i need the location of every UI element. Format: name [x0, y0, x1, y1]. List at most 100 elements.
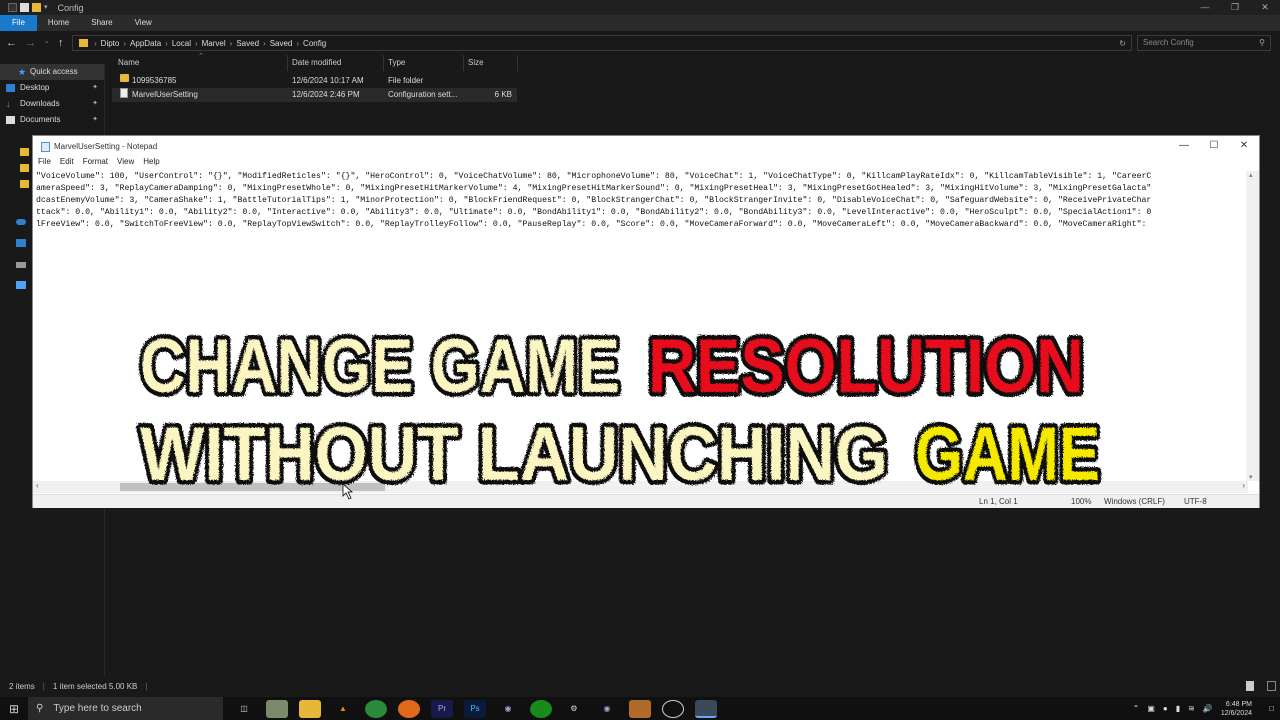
- window-title: Config: [57, 2, 84, 13]
- breadcrumb-item[interactable]: Local: [172, 39, 191, 48]
- menu-file[interactable]: File: [38, 157, 51, 170]
- taskbar-search[interactable]: ⚲ Type here to search: [28, 697, 223, 720]
- breadcrumb-item[interactable]: Config: [303, 39, 326, 48]
- clock[interactable]: 6:48 PM 12/6/2024: [1221, 700, 1252, 718]
- up-arrow-icon[interactable]: ↑: [58, 37, 64, 49]
- scrollbar-thumb[interactable]: [120, 483, 385, 491]
- start-button[interactable]: ⊞: [0, 702, 28, 716]
- folder-icon[interactable]: [20, 180, 29, 188]
- premiere-pro-icon[interactable]: Pr: [431, 699, 453, 718]
- folder-icon: [79, 39, 88, 47]
- details-view-icon[interactable]: [1246, 681, 1254, 691]
- column-size[interactable]: Size: [468, 58, 484, 67]
- tab-share[interactable]: Share: [80, 15, 123, 31]
- minimize-button[interactable]: —: [1169, 136, 1199, 156]
- large-icons-view-icon[interactable]: [1267, 681, 1276, 691]
- zoom-level: 100%: [1071, 497, 1092, 506]
- column-date-modified[interactable]: Date modified: [292, 58, 341, 67]
- chevron-down-icon[interactable]: ▾: [44, 3, 48, 12]
- properties-icon[interactable]: [20, 3, 29, 12]
- steam-icon[interactable]: ◉: [596, 700, 618, 718]
- refresh-icon[interactable]: ↻: [1119, 39, 1126, 48]
- tab-view[interactable]: View: [124, 15, 163, 31]
- sidebar-item-desktop[interactable]: Desktop ✦: [0, 80, 104, 96]
- tab-home[interactable]: Home: [37, 15, 80, 31]
- folder-icon[interactable]: [20, 148, 29, 156]
- close-button[interactable]: ✕: [1250, 0, 1280, 14]
- vertical-scrollbar[interactable]: ▴ ▾: [1246, 171, 1259, 481]
- task-view-icon[interactable]: ◫: [233, 700, 255, 718]
- sidebar-item-documents[interactable]: Documents ✦: [0, 112, 104, 128]
- breadcrumb-item[interactable]: Saved: [236, 39, 259, 48]
- column-name[interactable]: Name: [118, 58, 139, 67]
- wifi-icon[interactable]: ≋: [1188, 704, 1195, 713]
- pin-icon: ✦: [92, 116, 98, 123]
- steam-icon[interactable]: ◉: [497, 700, 519, 718]
- chrome-icon[interactable]: [365, 699, 387, 718]
- scroll-up-icon[interactable]: ▴: [1249, 171, 1253, 179]
- folder-icon[interactable]: [20, 164, 29, 172]
- notepad-titlebar: MarvelUserSetting - Notepad — ☐ ✕: [33, 136, 1259, 157]
- drive-icon[interactable]: [16, 262, 26, 268]
- text-editor-area[interactable]: "VoiceVolume": 100, "UserControl": "{}",…: [36, 171, 1246, 481]
- network-icon[interactable]: [16, 281, 26, 289]
- pin-icon: ✦: [92, 84, 98, 91]
- notepad-window-controls: — ☐ ✕: [1169, 136, 1259, 156]
- maximize-button[interactable]: ❐: [1220, 0, 1250, 14]
- chevron-down-icon[interactable]: ⌄: [44, 37, 50, 49]
- menu-edit[interactable]: Edit: [60, 157, 74, 170]
- text-line: lFreeView": 0.0, "SwitchToFreeView": 0.0…: [36, 220, 1147, 229]
- notepad-menu-bar: File Edit Format View Help: [33, 157, 1259, 170]
- sidebar-item-quick-access[interactable]: ★ Quick access: [0, 64, 104, 80]
- column-type[interactable]: Type: [388, 58, 405, 67]
- item-count: 2 items: [9, 681, 35, 691]
- horizontal-scrollbar[interactable]: ‹ ›: [33, 481, 1248, 493]
- file-explorer-icon[interactable]: [299, 699, 321, 718]
- this-pc-icon[interactable]: [16, 239, 26, 247]
- photoshop-icon[interactable]: Ps: [464, 699, 486, 718]
- breadcrumb-item[interactable]: Marvel: [202, 39, 226, 48]
- ribbon-tabs: File Home Share View: [0, 15, 1280, 31]
- app-icon[interactable]: [266, 699, 288, 718]
- list-item[interactable]: 1099536785 12/6/2024 10:17 AM File folde…: [112, 74, 517, 88]
- scroll-down-icon[interactable]: ▾: [1249, 473, 1253, 481]
- sidebar-item-downloads[interactable]: ↓ Downloads ✦: [0, 96, 104, 112]
- xbox-icon[interactable]: [530, 699, 552, 718]
- notepad-status-bar: Ln 1, Col 1 100% Windows (CRLF) UTF-8: [33, 494, 1259, 508]
- list-item[interactable]: MarvelUserSetting 12/6/2024 2:46 PM Conf…: [112, 88, 517, 102]
- microphone-icon[interactable]: ●: [1163, 704, 1168, 713]
- firefox-icon[interactable]: [398, 699, 420, 718]
- battery-icon[interactable]: ▮: [1176, 704, 1180, 713]
- folder-icon[interactable]: [32, 3, 41, 12]
- minimize-button[interactable]: —: [1190, 0, 1220, 14]
- network-icon[interactable]: ▣: [1147, 704, 1155, 713]
- scroll-right-icon[interactable]: ›: [1242, 481, 1245, 490]
- address-bar[interactable]: › Dipto › AppData › Local › Marvel › Saved › …: [72, 35, 1132, 51]
- breadcrumb-item[interactable]: Dipto: [101, 39, 120, 48]
- forward-arrow-icon[interactable]: →: [25, 37, 36, 49]
- notification-icon[interactable]: □: [1269, 704, 1274, 713]
- notepad-icon[interactable]: [695, 699, 717, 718]
- explorer-status-bar: 2 items | 1 item selected 5.00 KB |: [0, 677, 1280, 695]
- search-input[interactable]: Search Config ⚲: [1137, 35, 1271, 51]
- menu-help[interactable]: Help: [143, 157, 159, 170]
- game-icon[interactable]: [629, 699, 651, 718]
- menu-format[interactable]: Format: [83, 157, 108, 170]
- folder-icon: [120, 74, 129, 82]
- close-button[interactable]: ✕: [1229, 136, 1259, 156]
- scroll-left-icon[interactable]: ‹: [36, 481, 39, 490]
- volume-icon[interactable]: 🔊: [1203, 704, 1213, 713]
- breadcrumb-item[interactable]: Saved: [270, 39, 293, 48]
- chevron-up-icon[interactable]: ⌃: [1133, 704, 1140, 713]
- menu-view[interactable]: View: [117, 157, 134, 170]
- onedrive-icon[interactable]: [16, 219, 26, 225]
- vlc-icon[interactable]: ▲: [332, 700, 354, 718]
- app-icon[interactable]: [662, 699, 684, 718]
- settings-gear-icon[interactable]: ⚙: [563, 700, 585, 718]
- notepad-icon: [41, 141, 50, 152]
- tab-file[interactable]: File: [0, 15, 37, 31]
- breadcrumb-item[interactable]: AppData: [130, 39, 161, 48]
- quick-access-toolbar: ▾: [8, 3, 48, 12]
- maximize-button[interactable]: ☐: [1199, 136, 1229, 156]
- back-arrow-icon[interactable]: ←: [6, 37, 17, 49]
